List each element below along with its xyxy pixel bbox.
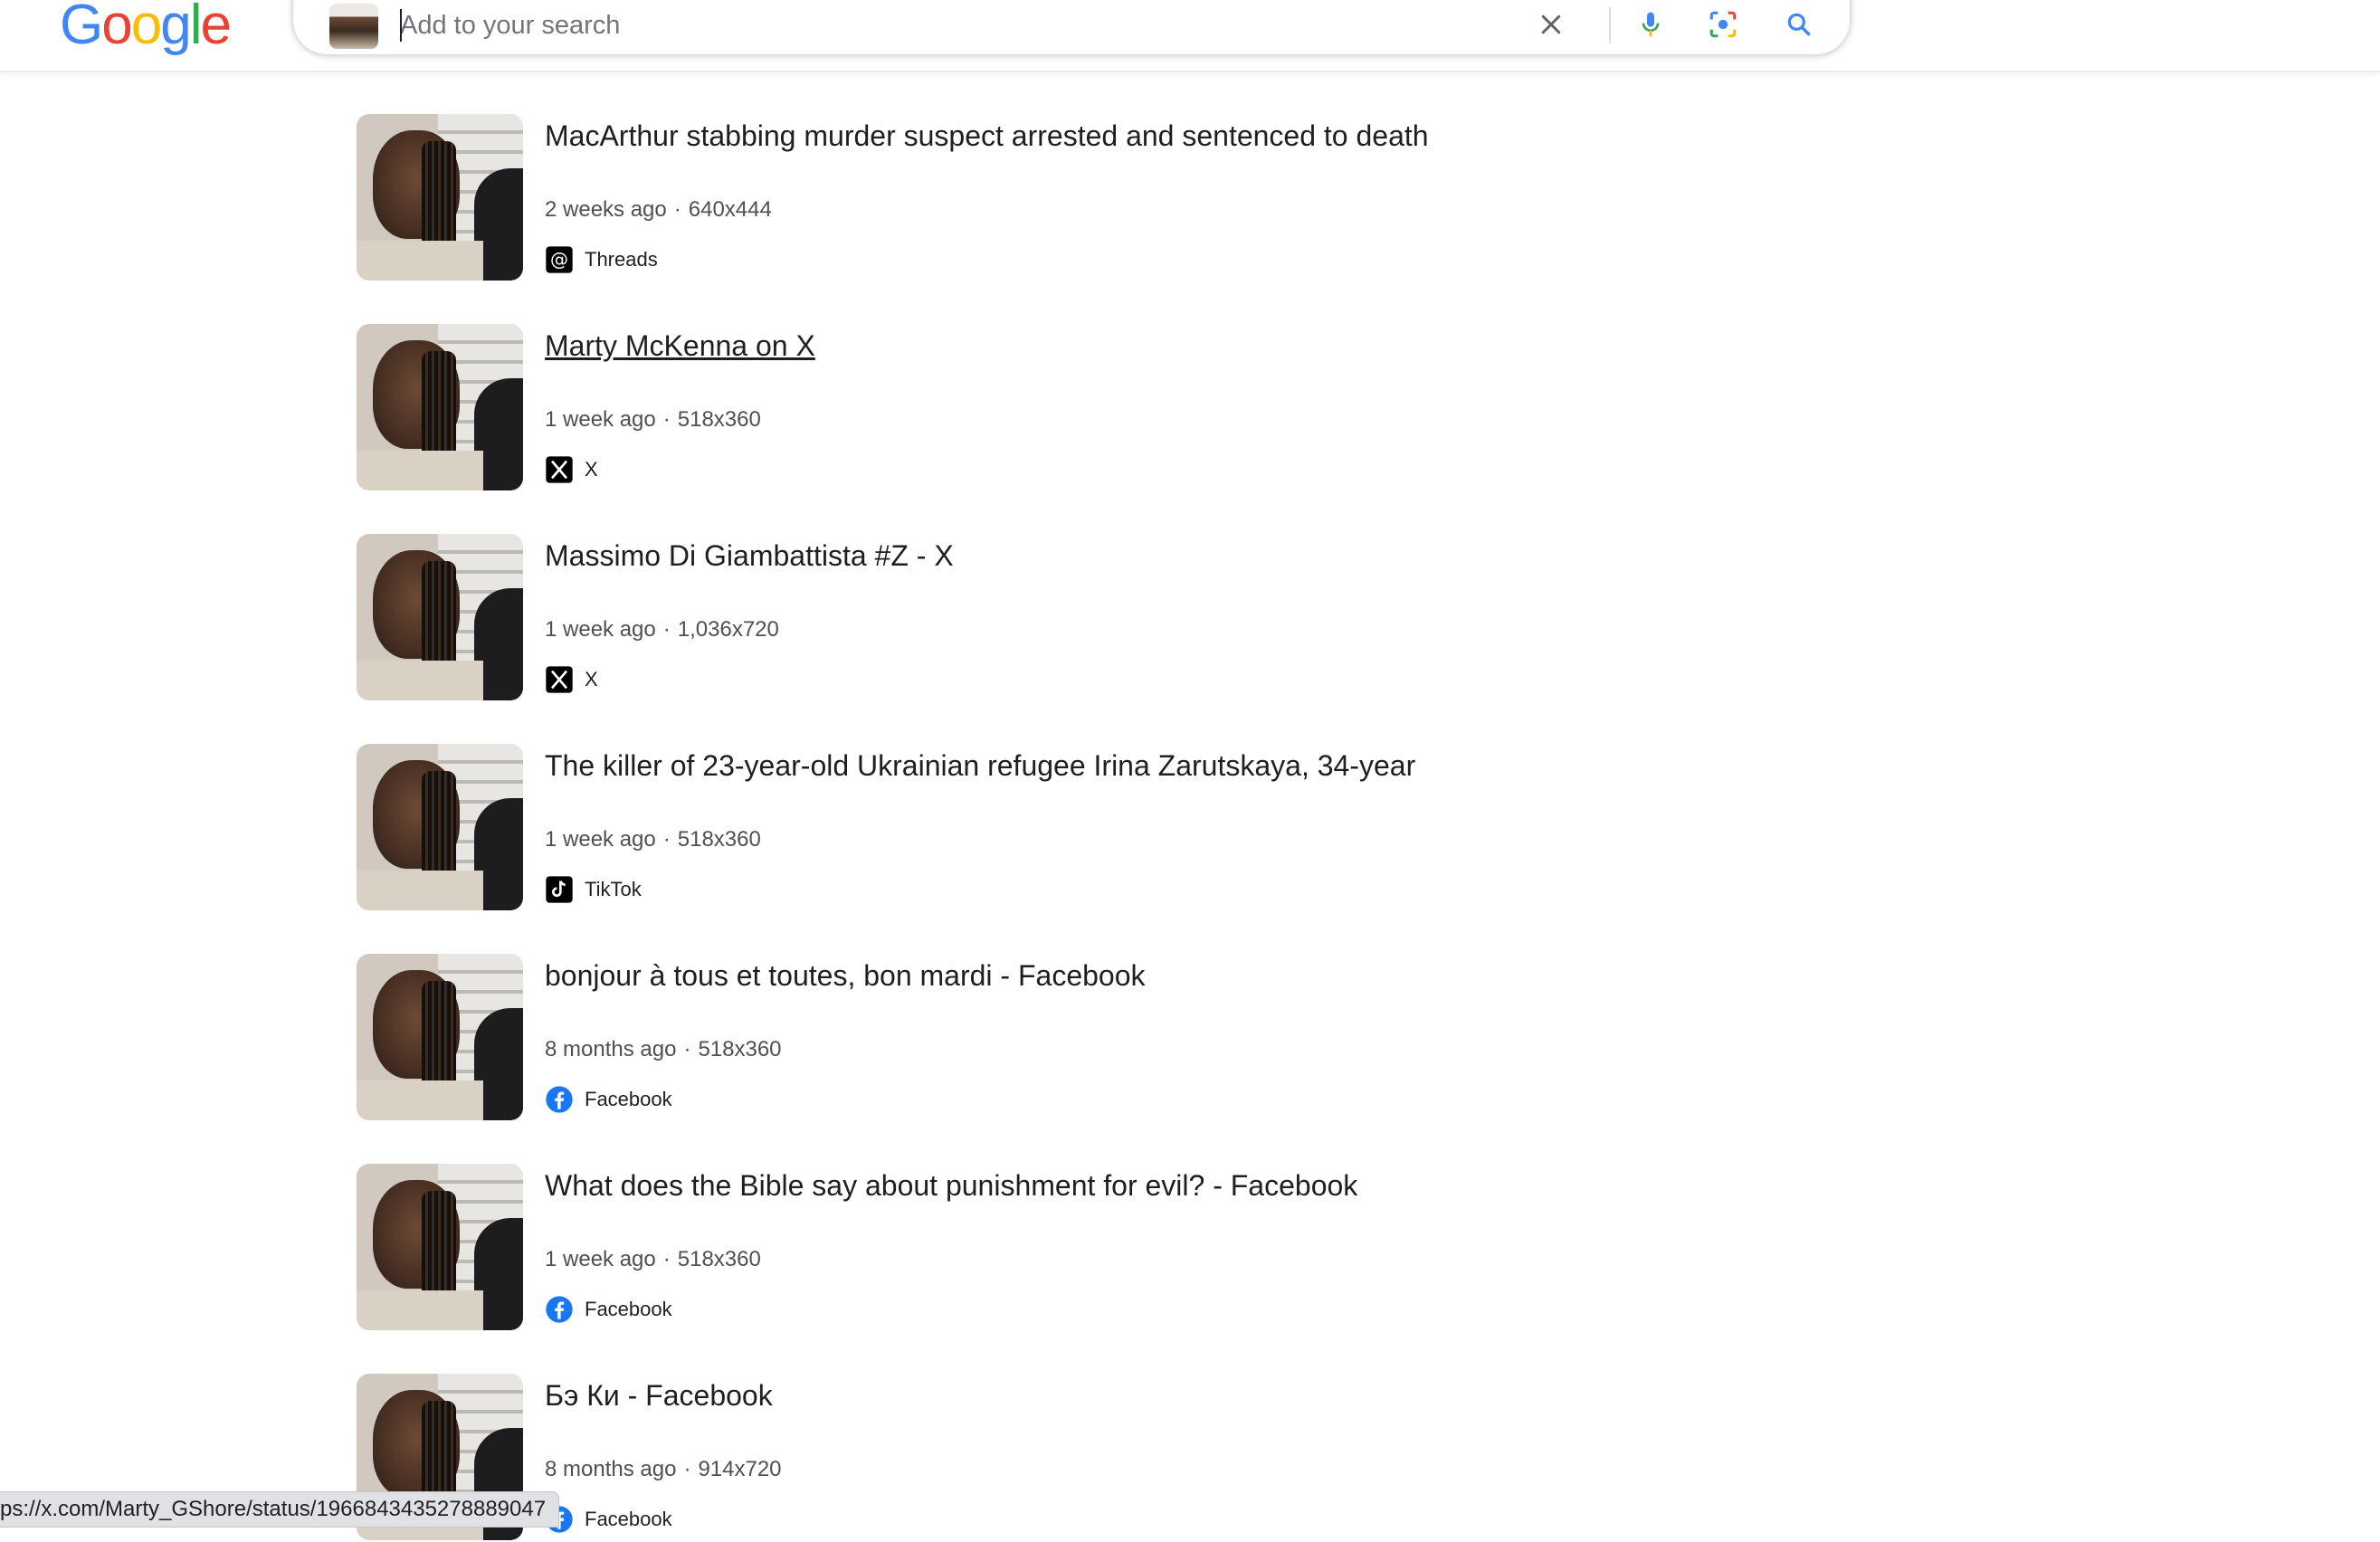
result-source[interactable]: Facebook — [545, 1084, 672, 1115]
result-meta: 8 months ago · 914x720 — [545, 1457, 782, 1481]
result-thumbnail[interactable] — [357, 114, 523, 281]
result-thumbnail[interactable] — [357, 324, 523, 490]
logo-letter: o — [101, 0, 133, 56]
search-icon — [1787, 13, 1811, 36]
result-dimensions: 640x444 — [688, 197, 772, 222]
svg-text:@: @ — [550, 249, 568, 271]
result-item[interactable]: bonjour à tous et toutes, bon mardi - Fa… — [357, 954, 1804, 1122]
result-source[interactable]: TikTok — [545, 874, 642, 905]
result-item[interactable]: Бэ Ки - Facebook 8 months ago · 914x720 Fa… — [357, 1374, 1804, 1542]
result-source[interactable]: X — [545, 454, 598, 485]
result-dimensions: 518x360 — [677, 407, 761, 432]
result-thumbnail[interactable] — [357, 954, 523, 1120]
text-cursor — [400, 9, 402, 42]
source-label: X — [585, 668, 598, 690]
result-age: 1 week ago — [545, 407, 656, 432]
result-title[interactable]: bonjour à tous et toutes, bon mardi - Fa… — [545, 959, 1146, 993]
logo-letter: G — [60, 0, 103, 56]
microphone-icon — [1642, 12, 1660, 37]
result-source[interactable]: Facebook — [545, 1294, 672, 1325]
result-item[interactable]: What does the Bible say about punishment… — [357, 1164, 1804, 1332]
source-label: Facebook — [585, 1088, 672, 1110]
result-age: 1 week ago — [545, 1247, 656, 1271]
result-meta: 1 week ago · 518x360 — [545, 827, 761, 852]
result-age: 1 week ago — [545, 617, 656, 642]
search-image-thumbnail[interactable] — [329, 4, 378, 49]
result-item[interactable]: The killer of 23-year-old Ukrainian refu… — [357, 744, 1804, 912]
result-title[interactable]: The killer of 23-year-old Ukrainian refu… — [545, 749, 1415, 783]
close-icon — [1541, 14, 1561, 34]
x-icon — [545, 455, 574, 484]
search-button[interactable] — [1777, 2, 1821, 47]
result-dimensions: 518x360 — [677, 827, 761, 852]
result-thumbnail[interactable] — [357, 744, 523, 910]
result-item[interactable]: Massimo Di Giambattista #Z - X 1 week ag… — [357, 534, 1804, 702]
result-dimensions: 914x720 — [698, 1457, 782, 1481]
result-dimensions: 518x360 — [698, 1037, 782, 1061]
result-source[interactable]: Facebook — [545, 1504, 672, 1535]
facebook-icon — [545, 1085, 574, 1114]
result-meta: 1 week ago · 518x360 — [545, 407, 761, 432]
result-age: 8 months ago — [545, 1457, 677, 1481]
lens-icon — [1709, 11, 1737, 38]
voice-search-button[interactable] — [1629, 2, 1672, 47]
logo-letter: o — [130, 0, 163, 56]
result-dimensions: 1,036x720 — [677, 617, 779, 642]
source-label: Facebook — [585, 1508, 672, 1530]
result-title[interactable]: Бэ Ки - Facebook — [545, 1379, 773, 1413]
result-title[interactable]: What does the Bible say about punishment… — [545, 1169, 1357, 1203]
result-thumbnail[interactable] — [357, 534, 523, 700]
result-dimensions: 518x360 — [677, 1247, 761, 1271]
x-icon — [545, 665, 574, 694]
source-label: TikTok — [585, 878, 642, 900]
result-item[interactable]: MacArthur stabbing murder suspect arrest… — [357, 114, 1804, 282]
result-meta: 1 week ago · 1,036x720 — [545, 617, 779, 642]
search-box[interactable] — [291, 0, 1852, 56]
result-age: 8 months ago — [545, 1037, 677, 1061]
clear-button[interactable] — [1529, 2, 1573, 47]
status-bar-url: ps://x.com/Marty_GShore/status/196684343… — [0, 1491, 560, 1528]
logo-letter: e — [200, 0, 232, 56]
search-divider — [1609, 7, 1611, 43]
facebook-icon — [545, 1295, 574, 1324]
result-age: 2 weeks ago — [545, 197, 667, 222]
logo-letter: g — [160, 0, 192, 56]
result-thumbnail[interactable] — [357, 1164, 523, 1330]
source-label: Threads — [585, 248, 658, 271]
tiktok-icon — [545, 875, 574, 904]
result-meta: 2 weeks ago · 640x444 — [545, 197, 772, 222]
google-logo[interactable]: Google — [60, 0, 232, 57]
source-label: X — [585, 458, 598, 481]
result-meta: 8 months ago · 518x360 — [545, 1037, 782, 1061]
result-meta: 1 week ago · 518x360 — [545, 1247, 761, 1271]
result-title[interactable]: MacArthur stabbing murder suspect arrest… — [545, 119, 1429, 153]
search-input[interactable] — [400, 5, 1721, 45]
result-item[interactable]: Marty McKenna on X 1 week ago · 518x360 X — [357, 324, 1804, 492]
result-title[interactable]: Marty McKenna on X — [545, 329, 815, 363]
result-title[interactable]: Massimo Di Giambattista #Z - X — [545, 539, 954, 573]
lens-search-button[interactable] — [1701, 2, 1745, 47]
threads-icon: @ — [545, 245, 574, 274]
result-source[interactable]: X — [545, 664, 598, 695]
logo-letter: l — [189, 0, 203, 56]
source-label: Facebook — [585, 1298, 672, 1320]
header-bar: Google — [0, 0, 2380, 72]
result-source[interactable]: @ Threads — [545, 244, 658, 275]
result-age: 1 week ago — [545, 827, 656, 852]
